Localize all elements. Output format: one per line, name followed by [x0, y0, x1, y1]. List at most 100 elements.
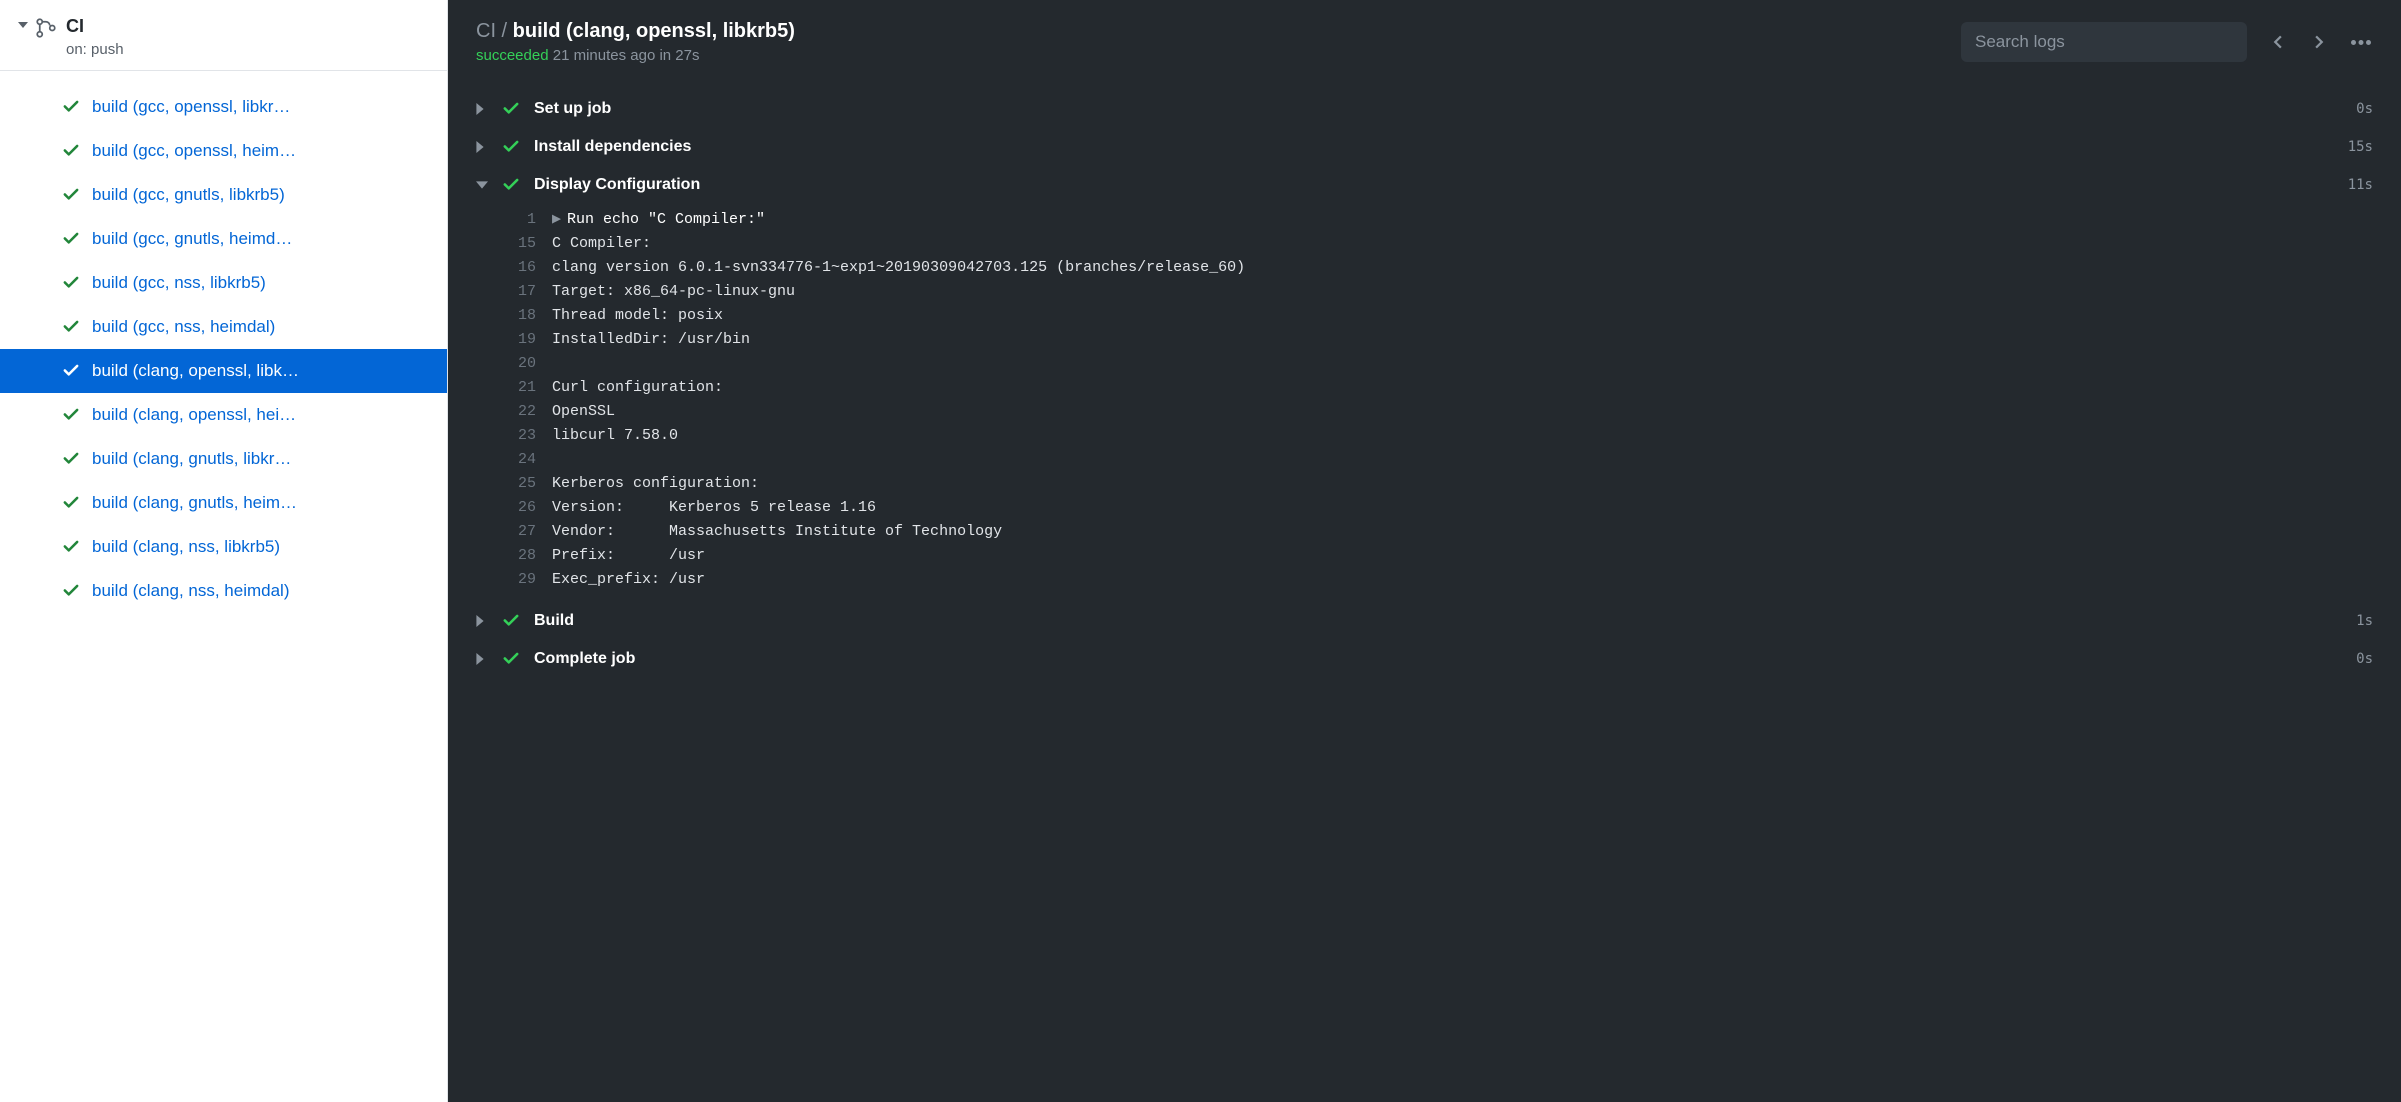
- job-label: build (clang, openssl, hei…: [92, 405, 296, 425]
- line-number: 29: [508, 568, 552, 592]
- log-line: 26Version: Kerberos 5 release 1.16: [508, 496, 2401, 520]
- log-line: 20: [508, 352, 2401, 376]
- workflow-title: CI: [66, 16, 124, 37]
- log-line: 19InstalledDir: /usr/bin: [508, 328, 2401, 352]
- log-text: Exec_prefix: /usr: [552, 568, 705, 592]
- job-item[interactable]: build (clang, gnutls, libkr…: [0, 437, 447, 481]
- check-icon: [62, 98, 80, 116]
- line-number: 1: [508, 208, 552, 232]
- job-item[interactable]: build (gcc, nss, libkrb5): [0, 261, 447, 305]
- sidebar: CI on: push build (gcc, openssl, libkr…b…: [0, 0, 448, 1102]
- log-line: 25Kerberos configuration:: [508, 472, 2401, 496]
- log-text: Thread model: posix: [552, 304, 723, 328]
- step-row[interactable]: Set up job 0s: [448, 90, 2401, 128]
- prev-result-button[interactable]: [2265, 35, 2289, 49]
- line-number: 27: [508, 520, 552, 544]
- log-line: 23libcurl 7.58.0: [508, 424, 2401, 448]
- search-box[interactable]: [1961, 22, 2247, 62]
- check-icon: [62, 538, 80, 556]
- check-icon: [502, 176, 520, 194]
- topbar: CI / build (clang, openssl, libkrb5) suc…: [448, 0, 2401, 84]
- job-label: build (clang, nss, libkrb5): [92, 537, 280, 557]
- log-line: 16clang version 6.0.1-svn334776-1~exp1~2…: [508, 256, 2401, 280]
- line-number: 25: [508, 472, 552, 496]
- workflow-subtitle: on: push: [66, 41, 124, 58]
- main-panel: CI / build (clang, openssl, libkrb5) suc…: [448, 0, 2401, 1102]
- check-icon: [62, 406, 80, 424]
- job-label: build (gcc, gnutls, libkrb5): [92, 185, 285, 205]
- check-icon: [502, 100, 520, 118]
- log-text: Vendor: Massachusetts Institute of Techn…: [552, 520, 1002, 544]
- check-icon: [502, 612, 520, 630]
- more-menu-button[interactable]: [2349, 40, 2373, 45]
- job-item[interactable]: build (gcc, nss, heimdal): [0, 305, 447, 349]
- line-number: 18: [508, 304, 552, 328]
- job-label: build (gcc, nss, heimdal): [92, 317, 275, 337]
- check-icon: [62, 582, 80, 600]
- step-row[interactable]: Display Configuration11s: [448, 166, 2401, 204]
- log-text: clang version 6.0.1-svn334776-1~exp1~201…: [552, 256, 1245, 280]
- check-icon: [62, 318, 80, 336]
- next-result-button[interactable]: [2307, 35, 2331, 49]
- log-line: 21Curl configuration:: [508, 376, 2401, 400]
- job-item[interactable]: build (gcc, gnutls, heimd…: [0, 217, 447, 261]
- step-name: Build: [534, 612, 2342, 630]
- status-text: succeeded: [476, 47, 549, 64]
- log-text: Version: Kerberos 5 release 1.16: [552, 496, 876, 520]
- job-list: build (gcc, openssl, libkr…build (gcc, o…: [0, 71, 447, 627]
- step-duration: 0s: [2356, 651, 2373, 667]
- caret-right-icon: ▶: [552, 211, 561, 228]
- caret-down-icon[interactable]: [18, 22, 28, 28]
- workflow-header: CI on: push: [0, 0, 447, 71]
- line-number: 26: [508, 496, 552, 520]
- check-icon: [502, 650, 520, 668]
- search-input[interactable]: [1975, 32, 2233, 52]
- step-duration: 0s: [2356, 101, 2373, 117]
- job-item[interactable]: build (clang, nss, libkrb5): [0, 525, 447, 569]
- job-item[interactable]: build (gcc, gnutls, libkrb5): [0, 173, 447, 217]
- line-number: 15: [508, 232, 552, 256]
- log-line: 22OpenSSL: [508, 400, 2401, 424]
- step-name: Complete job: [534, 650, 2342, 668]
- log-text: Kerberos configuration:: [552, 472, 759, 496]
- caret-right-icon: [476, 141, 488, 153]
- check-icon: [62, 186, 80, 204]
- step-name: Set up job: [534, 100, 2342, 118]
- job-item[interactable]: build (clang, gnutls, heim…: [0, 481, 447, 525]
- log-line: 24: [508, 448, 2401, 472]
- log-text: Prefix: /usr: [552, 544, 705, 568]
- job-item[interactable]: build (gcc, openssl, heim…: [0, 129, 447, 173]
- log-line[interactable]: 1▶Run echo "C Compiler:": [508, 208, 2401, 232]
- job-label: build (clang, openssl, libk…: [92, 361, 299, 381]
- line-number: 23: [508, 424, 552, 448]
- breadcrumb: CI / build (clang, openssl, libkrb5) suc…: [476, 20, 1943, 64]
- workflow-icon: [36, 18, 58, 38]
- step-row[interactable]: Install dependencies15s: [448, 128, 2401, 166]
- log-output: 1▶Run echo "C Compiler:"15C Compiler:16c…: [448, 204, 2401, 602]
- timing-text: 21 minutes ago in 27s: [549, 47, 700, 64]
- log-line: 15C Compiler:: [508, 232, 2401, 256]
- step-duration: 1s: [2356, 613, 2373, 629]
- step-name: Display Configuration: [534, 176, 2334, 194]
- log-text: C Compiler:: [552, 232, 651, 256]
- step-row[interactable]: Complete job 0s: [448, 640, 2401, 678]
- step-duration: 15s: [2348, 139, 2373, 155]
- job-label: build (clang, gnutls, heim…: [92, 493, 297, 513]
- check-icon: [502, 138, 520, 156]
- check-icon: [62, 274, 80, 292]
- line-number: 24: [508, 448, 552, 472]
- caret-right-icon: [476, 615, 488, 627]
- job-item[interactable]: build (clang, openssl, libk…: [0, 349, 447, 393]
- line-number: 20: [508, 352, 552, 376]
- job-item[interactable]: build (clang, nss, heimdal): [0, 569, 447, 613]
- job-label: build (gcc, nss, libkrb5): [92, 273, 266, 293]
- log-line: 17Target: x86_64-pc-linux-gnu: [508, 280, 2401, 304]
- log-text: InstalledDir: /usr/bin: [552, 328, 750, 352]
- job-item[interactable]: build (clang, openssl, hei…: [0, 393, 447, 437]
- steps-list: Set up job0sInstall dependencies15sDispl…: [448, 84, 2401, 1102]
- line-number: 19: [508, 328, 552, 352]
- step-row[interactable]: Build 1s: [448, 602, 2401, 640]
- breadcrumb-prefix: CI /: [476, 20, 513, 42]
- check-icon: [62, 450, 80, 468]
- job-item[interactable]: build (gcc, openssl, libkr…: [0, 85, 447, 129]
